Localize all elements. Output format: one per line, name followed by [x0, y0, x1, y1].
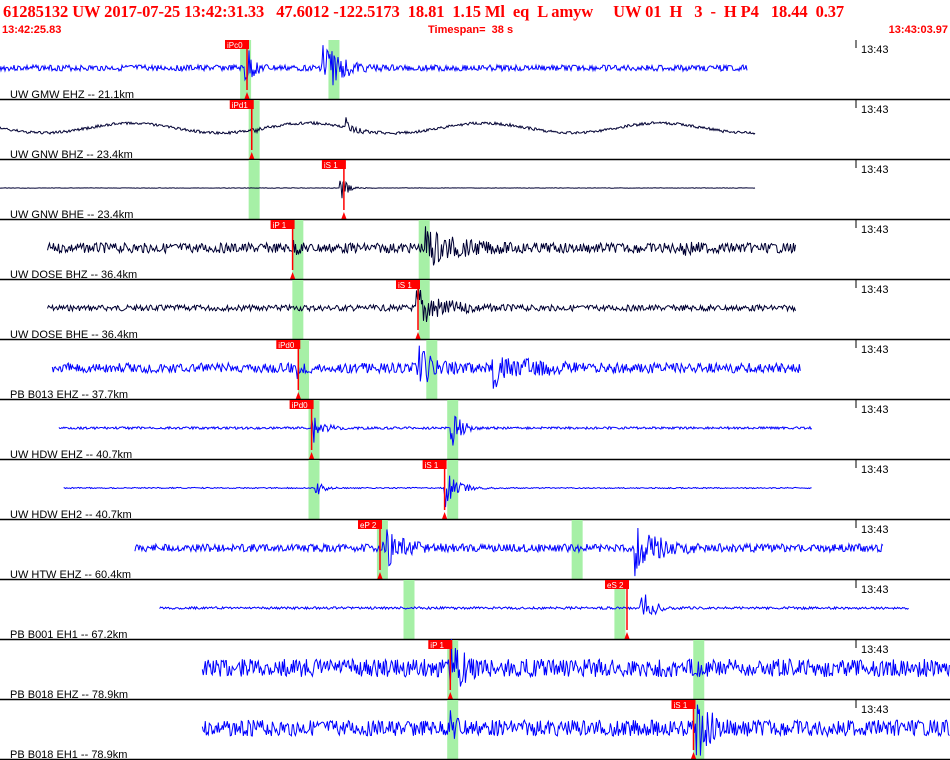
- trace-row[interactable]: eP 2 13:43UW HTW EHZ -- 60.4km: [0, 520, 950, 581]
- phase-pick-label: iP 1: [430, 641, 444, 650]
- minute-tick-label: 13:43: [861, 464, 889, 476]
- minute-tick-label: 13:43: [861, 224, 889, 236]
- minute-tick-label: 13:43: [861, 644, 889, 656]
- arrival-window-marker: [403, 580, 415, 640]
- minute-tick-label: 13:43: [861, 704, 889, 716]
- minute-tick-label: 13:43: [861, 44, 889, 56]
- waveform-trace[interactable]: [201, 638, 950, 687]
- seismogram-panel[interactable]: iPc0 13:43UW GMW EHZ -- 21.1kmiPd1 13:43UW…: [0, 40, 950, 760]
- minute-tick-label: 13:43: [861, 104, 889, 116]
- trace-row[interactable]: iS 1 13:43UW DOSE BHE -- 36.4km: [0, 280, 950, 341]
- waveform-trace[interactable]: [63, 475, 812, 508]
- trace-row[interactable]: eS 2 13:43PB B001 EH1 -- 67.2km: [0, 580, 950, 641]
- phase-pick-label: eS 2: [607, 581, 624, 590]
- trace-row[interactable]: iPd0 13:43PB B013 EHZ -- 37.7km: [0, 340, 950, 401]
- phase-pick-label: iP 1: [273, 221, 287, 230]
- phase-pick-label: iPd0: [278, 341, 295, 350]
- minute-tick-label: 13:43: [861, 344, 889, 356]
- arrival-window-marker: [426, 340, 438, 400]
- waveform-trace[interactable]: [159, 594, 909, 616]
- trace-row[interactable]: iPd0 13:43UW HDW EHZ -- 40.7km: [0, 400, 950, 461]
- waveform-trace[interactable]: [58, 415, 813, 446]
- start-time-label: 13:42:25.83: [2, 24, 62, 36]
- waveform-trace[interactable]: [0, 117, 756, 136]
- end-time-label: 13:43:03.97: [888, 24, 948, 36]
- trace-row[interactable]: iS 1 13:43UW GNW BHE -- 23.4km: [0, 160, 950, 221]
- channel-label: PB B018 EH1 -- 78.9km: [10, 749, 127, 760]
- trace-row[interactable]: iP 1 13:43UW DOSE BHZ -- 36.4km: [0, 220, 950, 281]
- minute-tick-label: 13:43: [861, 164, 889, 176]
- phase-pick-label: iPd1: [232, 101, 249, 110]
- phase-pick-label: eP 2: [360, 521, 377, 530]
- event-header: 61285132 UW 2017-07-25 13:42:31.33 47.60…: [0, 0, 950, 40]
- minute-tick-label: 13:43: [861, 524, 889, 536]
- trace-row[interactable]: iPd1 13:43UW GNW BHZ -- 23.4km: [0, 100, 950, 161]
- waveform-trace[interactable]: [134, 527, 884, 577]
- trace-row[interactable]: iP 1 13:43PB B018 EHZ -- 78.9km: [0, 638, 950, 701]
- phase-pick-label: iPd0: [292, 401, 309, 410]
- phase-pick-label: iS 1: [324, 161, 338, 170]
- timespan-label: Timespan= 38 s: [428, 24, 514, 36]
- waveform-trace[interactable]: [0, 45, 748, 86]
- event-summary-title: 61285132 UW 2017-07-25 13:42:31.33 47.60…: [3, 2, 845, 21]
- waveform-trace[interactable]: [0, 180, 756, 199]
- phase-pick-label: iPc0: [227, 41, 243, 50]
- minute-tick-label: 13:43: [861, 404, 889, 416]
- waveform-trace[interactable]: [201, 704, 950, 756]
- arrival-window-marker: [248, 160, 260, 220]
- phase-pick-label: iS 1: [425, 461, 439, 470]
- phase-pick-label: iS 1: [398, 281, 412, 290]
- phase-pick-label: iS 1: [674, 701, 688, 710]
- minute-tick-label: 13:43: [861, 584, 889, 596]
- trace-row[interactable]: iPc0 13:43UW GMW EHZ -- 21.1km: [0, 40, 950, 101]
- trace-row[interactable]: iS 1 13:43UW HDW EH2 -- 40.7km: [0, 460, 950, 521]
- minute-tick-label: 13:43: [861, 284, 889, 296]
- trace-row[interactable]: iS 1 13:43 PB B018 EH1 -- 78.9km: [0, 700, 950, 760]
